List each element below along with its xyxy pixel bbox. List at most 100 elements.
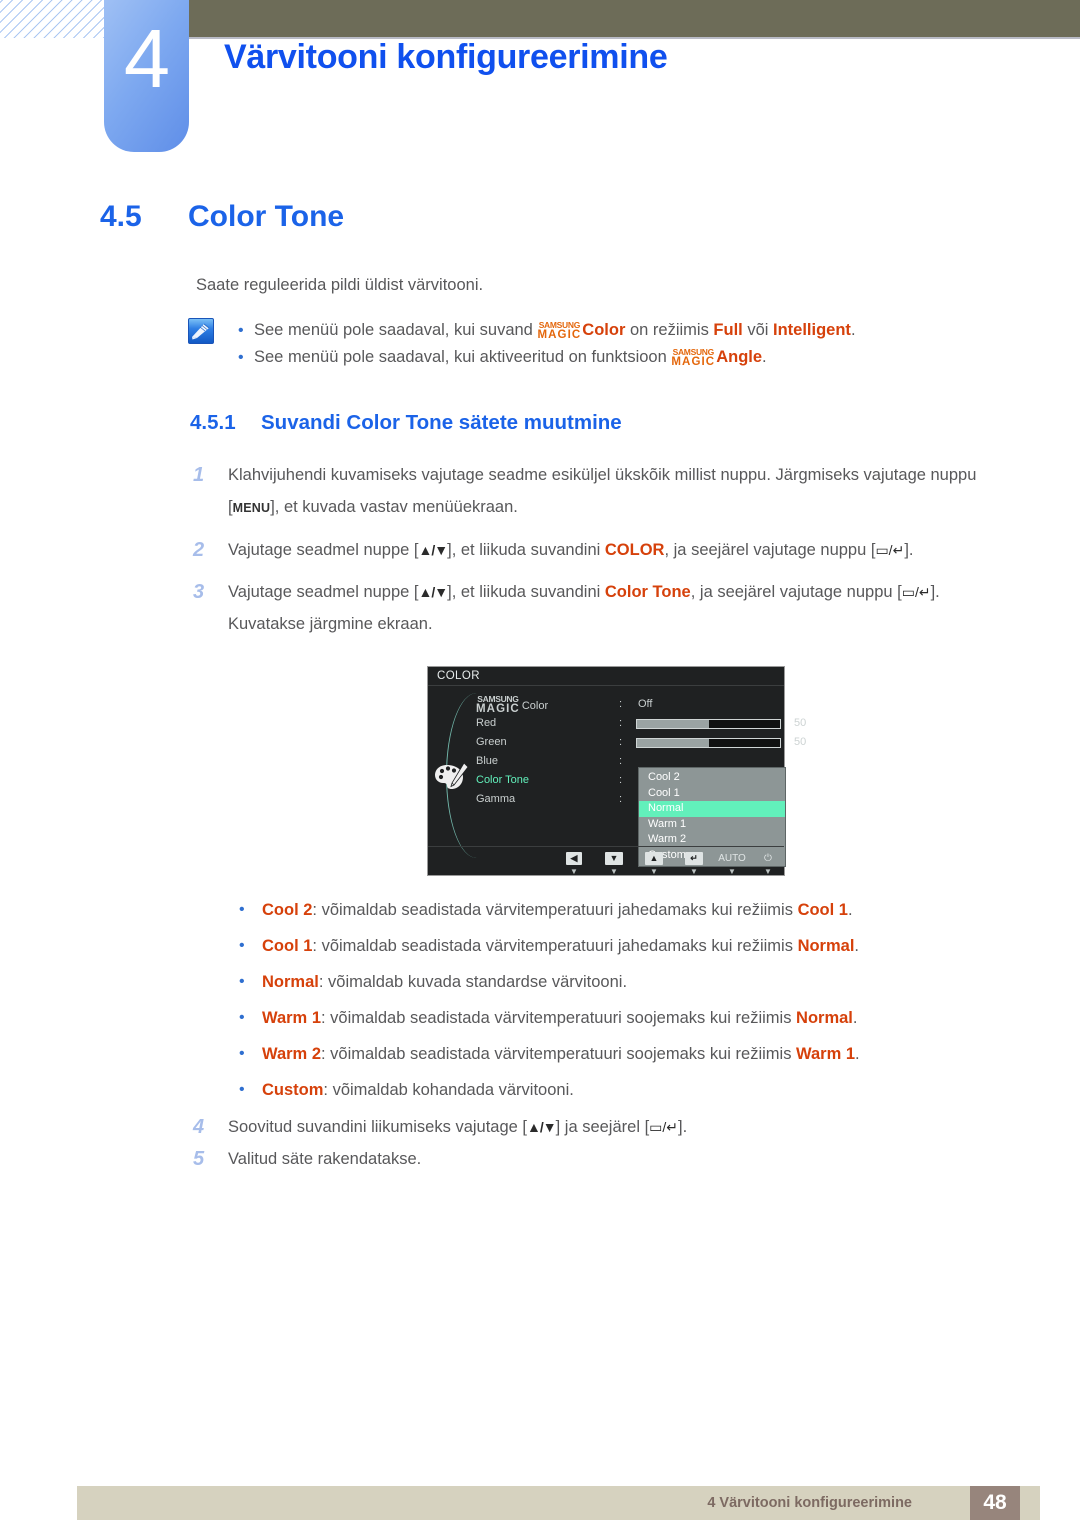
option-reference-keyword: Warm 1 (796, 1045, 856, 1063)
section-intro: Saate reguleerida pildi üldist värvitoon… (196, 276, 484, 294)
note-magic-suffix: Angle (716, 348, 763, 366)
osd-slider-value: 50 (794, 717, 807, 729)
osd-slider-fill (637, 720, 709, 728)
osd-button-tick: ▼ (650, 867, 658, 876)
note-magic-suffix: Color (582, 321, 626, 339)
bullet-dot: • (239, 1045, 245, 1062)
subsection-title: Suvandi Color Tone sätete muutmine (261, 411, 622, 434)
osd-colon: : (619, 774, 623, 786)
samsung-magic-logo: SAMSUNG MAGIC (537, 321, 581, 341)
osd-colon: : (619, 698, 623, 710)
osd-label: Color Tone (476, 774, 529, 786)
osd-row-green[interactable]: Green : 50 (476, 733, 806, 752)
note-line: • See menüü pole saadaval, kui suvand SAM… (196, 317, 1080, 344)
step-number: 2 (193, 539, 205, 561)
subsection-heading: 4.5.1 Suvandi Color Tone sätete muutmine (0, 411, 1080, 435)
updown-arrow-icon: ▲/▼ (527, 1119, 557, 1135)
osd-row-magic-color[interactable]: SAMSUNG MAGIC Color : Off (476, 695, 776, 715)
bullet-dot: • (239, 1009, 245, 1026)
osd-button-bar: ◀ ▼ ▼ ▼ ▲ ▼ ↵ ▼ AUTO ▼ ⏻ ▼ (428, 846, 786, 876)
osd-button-tick: ▼ (610, 867, 618, 876)
option-keyword: Normal (262, 973, 319, 991)
option-keyword: Custom (262, 1081, 324, 1099)
osd-up-button[interactable]: ▲ ▼ (636, 852, 672, 876)
osd-enter-button[interactable]: ↵ ▼ (676, 852, 712, 876)
osd-screenshot: COLOR SAMSUNGMAGICColor : Off Red : 50 (427, 666, 806, 876)
dropdown-item-warm1[interactable]: Warm 1 (639, 817, 785, 833)
osd-samsung-magic-logo: SAMSUNG MAGIC (476, 695, 520, 715)
note-text-mid2: või (742, 321, 774, 339)
note-text-pre: See menüü pole saadaval, kui aktiveeritu… (254, 348, 672, 366)
step-number: 4 (193, 1116, 205, 1138)
dropdown-item-cool1[interactable]: Cool 1 (639, 786, 785, 802)
updown-arrow-icon: ▲/▼ (418, 584, 449, 600)
option-keyword: Cool 1 (262, 937, 313, 955)
step-item: 4 Soovitud suvandini liikumiseks vajutage… (0, 1112, 1080, 1144)
step-text-part4: ]. (904, 541, 914, 559)
subsection-number: 4.5.1 (190, 411, 236, 434)
option-period: . (854, 937, 860, 955)
option-description: : võimaldab kuvada standardse värvitooni… (318, 973, 628, 991)
samsung-magic-logo: SAMSUNG MAGIC (671, 348, 715, 368)
step-text-part1: Soovitud suvandini liikumiseks vajutage … (228, 1118, 527, 1136)
header-olive-bar (189, 0, 1080, 37)
osd-auto-button[interactable]: AUTO ▼ (714, 852, 750, 876)
option-keyword: Warm 2 (262, 1045, 321, 1063)
note-line: • See menüü pole saadaval, kui aktiveerit… (196, 344, 1080, 371)
option-reference-keyword: Cool 1 (797, 901, 848, 919)
source-enter-icon: ▭/↵ (875, 542, 905, 558)
step-text-part3: , ja seejärel vajutage nuppu [ (690, 583, 902, 601)
osd-magic-suffix: Color (521, 700, 549, 712)
note-block: • See menüü pole saadaval, kui suvand SAM… (0, 317, 1080, 371)
palette-icon (435, 763, 468, 789)
step-text-part2: ] ja seejärel [ (555, 1118, 650, 1136)
option-reference-keyword: Normal (796, 1009, 853, 1027)
osd-slider-red[interactable] (636, 719, 781, 729)
section-title: Color Tone (188, 200, 345, 233)
osd-label: Green (476, 736, 507, 748)
osd-slider-green[interactable] (636, 738, 781, 748)
osd-left-button[interactable]: ◀ ▼ (556, 852, 592, 876)
osd-enter-icon: ↵ (685, 852, 703, 865)
note-text-mid: on režiimis (625, 321, 714, 339)
osd-value: Off (638, 698, 653, 710)
option-item-cool2: • Cool 2: võimaldab seadistada värvitempe… (0, 898, 1080, 934)
osd-colon: : (619, 755, 623, 767)
samsung-magic-bottom: MAGIC (671, 356, 716, 368)
option-item-warm2: • Warm 2: võimaldab seadistada värvitempe… (0, 1042, 1080, 1078)
step-text-part1: Vajutage seadmel nuppe [ (228, 583, 419, 601)
osd-button-tick: ▼ (728, 867, 736, 876)
chapter-number: 4 (123, 12, 170, 105)
updown-arrow-icon: ▲/▼ (418, 542, 449, 558)
osd-up-icon: ▲ (644, 852, 664, 865)
osd-power-button[interactable]: ⏻ ▼ (750, 852, 786, 876)
section-number: 4.5 (100, 200, 142, 233)
dropdown-item-cool2[interactable]: Cool 2 (639, 770, 785, 786)
note-keyword-intelligent: Intelligent (773, 321, 851, 339)
footer-page-number: 48 (970, 1486, 1020, 1520)
section-heading: 4.5 Color Tone (0, 200, 1080, 234)
step-item: 3 Vajutage seadmel nuppe [▲/▼], et liikud… (0, 576, 1080, 650)
osd-button-tick: ▼ (570, 867, 578, 876)
samsung-magic-bottom: MAGIC (537, 329, 582, 341)
step-text-part1: Valitud säte rakendatakse. (228, 1150, 422, 1168)
step-number: 3 (193, 581, 205, 603)
option-description: : võimaldab seadistada värvitemperatuuri… (321, 1009, 797, 1027)
option-description: : võimaldab kohandada värvitooni. (323, 1081, 574, 1099)
option-description: : võimaldab seadistada värvitemperatuuri… (312, 937, 798, 955)
source-enter-icon: ▭/↵ (901, 584, 931, 600)
option-period: . (855, 1045, 860, 1063)
osd-row-red[interactable]: Red : 50 (476, 714, 806, 733)
note-keyword-full: Full (713, 321, 743, 339)
steps-list-top: 1 Klahvijuhendi kuvamiseks vajutage seadm… (0, 459, 1080, 650)
bullet-dot: • (239, 973, 245, 990)
option-item-normal: • Normal: võimaldab kuvada standardse vär… (0, 970, 1080, 1006)
steps-list-bottom: 4 Soovitud suvandini liikumiseks vajutage… (0, 1112, 1080, 1184)
dropdown-item-normal[interactable]: Normal (639, 801, 785, 817)
option-item-warm1: • Warm 1: võimaldab seadistada värvitempe… (0, 1006, 1080, 1042)
step-keyword-color: COLOR (604, 541, 665, 559)
osd-down-button[interactable]: ▼ ▼ (596, 852, 632, 876)
note-text-post: . (850, 321, 856, 339)
osd-label: Red (476, 717, 497, 729)
source-enter-icon: ▭/↵ (649, 1119, 679, 1135)
